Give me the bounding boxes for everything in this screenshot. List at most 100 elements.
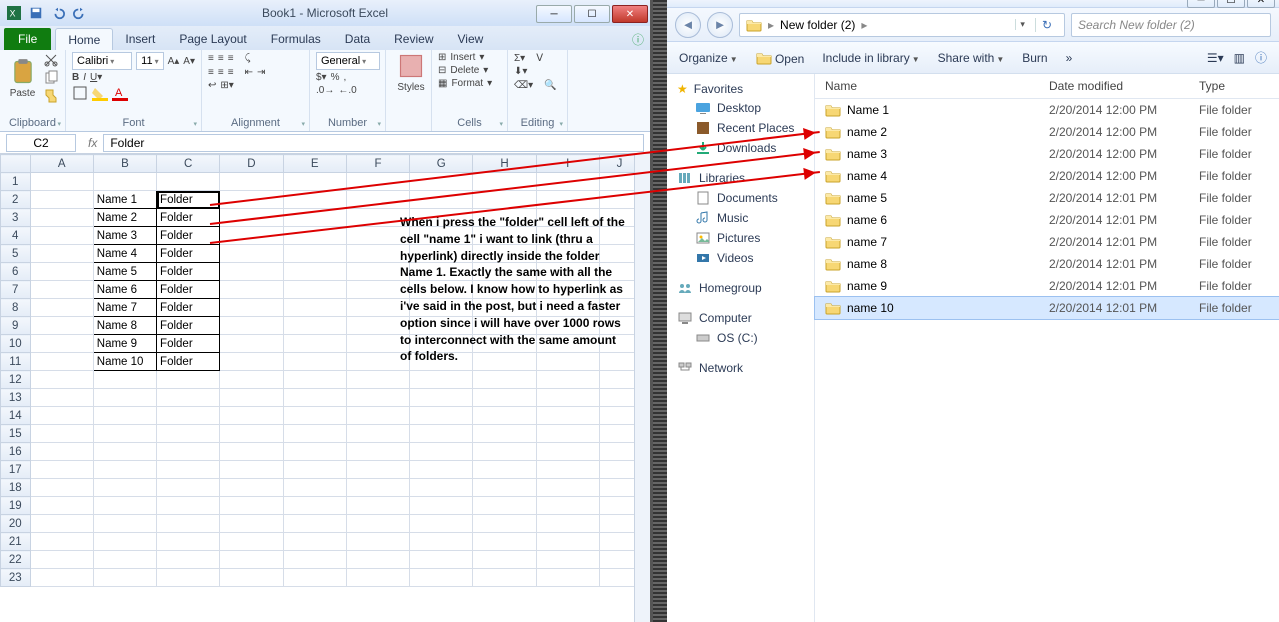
list-item[interactable]: name 6 2/20/2014 12:01 PM File folder xyxy=(815,209,1279,231)
breadcrumb-folder[interactable]: New folder (2) xyxy=(780,18,855,32)
cell-D16[interactable] xyxy=(220,443,283,461)
dec-decimal-icon[interactable]: ←.0 xyxy=(338,85,356,96)
cell-H21[interactable] xyxy=(473,533,536,551)
cell-A6[interactable] xyxy=(30,263,93,281)
cell-D17[interactable] xyxy=(220,461,283,479)
worksheet-grid[interactable]: ABCDEFGHIJ12Name 1Folder3Name 2Folder4Na… xyxy=(0,154,650,622)
cell-B2[interactable]: Name 1 xyxy=(93,191,156,209)
cell-A23[interactable] xyxy=(30,569,93,587)
row-header-17[interactable]: 17 xyxy=(1,461,31,479)
tab-insert[interactable]: Insert xyxy=(113,28,167,50)
cell-E6[interactable] xyxy=(283,263,346,281)
cell-C19[interactable] xyxy=(157,497,220,515)
tree-pictures[interactable]: Pictures xyxy=(667,228,814,248)
cell-C14[interactable] xyxy=(157,407,220,425)
col-header-F[interactable]: F xyxy=(346,155,409,173)
cell-E16[interactable] xyxy=(283,443,346,461)
fx-icon[interactable]: fx xyxy=(82,136,103,150)
cell-F13[interactable] xyxy=(346,389,409,407)
tree-network[interactable]: Network xyxy=(667,358,814,378)
percent-icon[interactable]: % xyxy=(331,72,340,83)
list-item[interactable]: name 8 2/20/2014 12:01 PM File folder xyxy=(815,253,1279,275)
name-box[interactable]: C2 xyxy=(6,134,76,152)
cell-D19[interactable] xyxy=(220,497,283,515)
tab-home[interactable]: Home xyxy=(55,28,113,50)
sort-filter-icon[interactable]: ᐯ xyxy=(536,53,543,64)
cell-G22[interactable] xyxy=(410,551,473,569)
address-dropdown-icon[interactable]: ▾ xyxy=(1015,19,1029,30)
cell-I12[interactable] xyxy=(536,371,599,389)
list-item[interactable]: name 7 2/20/2014 12:01 PM File folder xyxy=(815,231,1279,253)
cell-A5[interactable] xyxy=(30,245,93,263)
col-header-D[interactable]: D xyxy=(220,155,283,173)
cell-E17[interactable] xyxy=(283,461,346,479)
nav-forward-button[interactable]: ► xyxy=(707,12,733,38)
tree-osc[interactable]: OS (C:) xyxy=(667,328,814,348)
format-painter-icon[interactable] xyxy=(43,88,59,104)
cell-C16[interactable] xyxy=(157,443,220,461)
shrink-font-icon[interactable]: A▾ xyxy=(183,56,195,67)
cell-H18[interactable] xyxy=(473,479,536,497)
cell-A4[interactable] xyxy=(30,227,93,245)
row-header-3[interactable]: 3 xyxy=(1,209,31,227)
cell-G19[interactable] xyxy=(410,497,473,515)
cell-I20[interactable] xyxy=(536,515,599,533)
cell-H20[interactable] xyxy=(473,515,536,533)
cell-B14[interactable] xyxy=(93,407,156,425)
cell-C5[interactable]: Folder xyxy=(157,245,220,263)
col-name[interactable]: Name xyxy=(815,74,1039,98)
cell-E14[interactable] xyxy=(283,407,346,425)
cell-D7[interactable] xyxy=(220,281,283,299)
tab-review[interactable]: Review xyxy=(382,28,445,50)
cell-E18[interactable] xyxy=(283,479,346,497)
cell-B16[interactable] xyxy=(93,443,156,461)
help-icon[interactable]: ⓘ xyxy=(1255,49,1267,66)
row-header-19[interactable]: 19 xyxy=(1,497,31,515)
cell-I13[interactable] xyxy=(536,389,599,407)
col-header-A[interactable]: A xyxy=(30,155,93,173)
cell-B8[interactable]: Name 7 xyxy=(93,299,156,317)
cell-B3[interactable]: Name 2 xyxy=(93,209,156,227)
align-right-icon[interactable]: ≡ xyxy=(228,67,234,78)
col-header-C[interactable]: C xyxy=(157,155,220,173)
cell-B11[interactable]: Name 10 xyxy=(93,353,156,371)
cell-B12[interactable] xyxy=(93,371,156,389)
cell-A21[interactable] xyxy=(30,533,93,551)
paste-button[interactable]: Paste xyxy=(6,58,39,99)
cell-D13[interactable] xyxy=(220,389,283,407)
cell-I22[interactable] xyxy=(536,551,599,569)
font-name[interactable]: Calibri▾ xyxy=(72,52,132,70)
cell-H12[interactable] xyxy=(473,371,536,389)
cell-F16[interactable] xyxy=(346,443,409,461)
font-color-icon[interactable]: A xyxy=(112,85,128,101)
cell-E8[interactable] xyxy=(283,299,346,317)
ribbon-help-icon[interactable]: ⓘ xyxy=(626,29,650,50)
cell-B10[interactable]: Name 9 xyxy=(93,335,156,353)
cell-C11[interactable]: Folder xyxy=(157,353,220,371)
cell-F20[interactable] xyxy=(346,515,409,533)
tab-file[interactable]: File xyxy=(4,28,51,50)
cell-H23[interactable] xyxy=(473,569,536,587)
row-header-21[interactable]: 21 xyxy=(1,533,31,551)
indent-dec-icon[interactable]: ⇤ xyxy=(245,67,253,78)
autosum-icon[interactable]: Σ▾ xyxy=(514,53,525,64)
cell-E15[interactable] xyxy=(283,425,346,443)
row-header-5[interactable]: 5 xyxy=(1,245,31,263)
row-header-23[interactable]: 23 xyxy=(1,569,31,587)
row-header-13[interactable]: 13 xyxy=(1,389,31,407)
cut-icon[interactable] xyxy=(43,52,59,68)
tab-data[interactable]: Data xyxy=(333,28,382,50)
cells-insert[interactable]: ⊞ Insert ▾ xyxy=(438,52,501,63)
cell-A18[interactable] xyxy=(30,479,93,497)
tab-view[interactable]: View xyxy=(446,28,496,50)
cell-D18[interactable] xyxy=(220,479,283,497)
cell-C6[interactable]: Folder xyxy=(157,263,220,281)
cell-C17[interactable] xyxy=(157,461,220,479)
bold-icon[interactable]: B xyxy=(72,72,79,83)
exp-minimize-button[interactable]: ─ xyxy=(1187,0,1215,8)
cell-H15[interactable] xyxy=(473,425,536,443)
list-item[interactable]: name 9 2/20/2014 12:01 PM File folder xyxy=(815,275,1279,297)
cell-B13[interactable] xyxy=(93,389,156,407)
cell-H19[interactable] xyxy=(473,497,536,515)
cell-C15[interactable] xyxy=(157,425,220,443)
